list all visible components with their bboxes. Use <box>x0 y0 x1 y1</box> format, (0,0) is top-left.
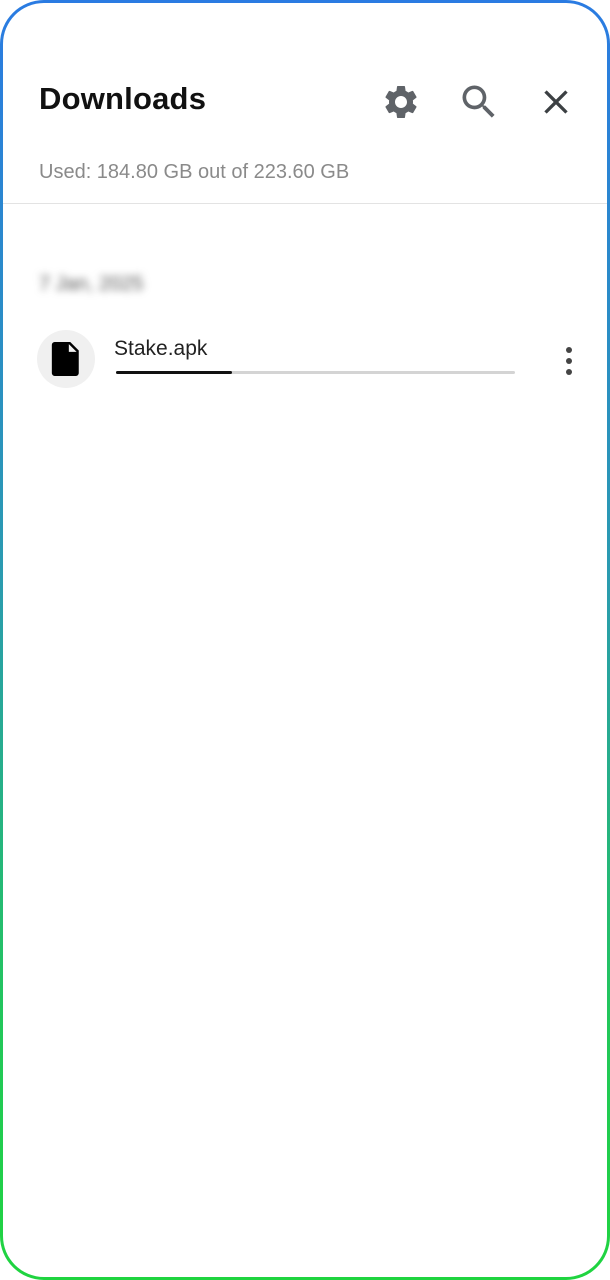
storage-usage-text: Used: 184.80 GB out of 223.60 GB <box>39 161 350 183</box>
settings-button[interactable] <box>378 79 424 125</box>
device-frame: Downloads Used: 184.80 GB out of 223.60 … <box>0 0 610 1280</box>
section-date-header: 7 Jan, 2025 <box>39 273 144 295</box>
download-item[interactable]: Stake.apk <box>3 325 607 395</box>
close-button[interactable] <box>533 79 579 125</box>
download-progress-fill <box>116 371 232 374</box>
downloads-header: Downloads Used: 184.80 GB out of 223.60 … <box>3 3 607 203</box>
header-divider <box>3 203 607 204</box>
file-avatar <box>37 330 95 388</box>
more-vertical-icon <box>566 347 572 375</box>
download-progress-bar <box>116 371 515 374</box>
page-title: Downloads <box>39 81 207 116</box>
downloads-screen: Downloads Used: 184.80 GB out of 223.60 … <box>3 3 607 1277</box>
download-file-name: Stake.apk <box>114 337 208 360</box>
close-icon <box>544 90 568 114</box>
search-button[interactable] <box>456 79 502 125</box>
search-icon <box>462 85 495 118</box>
gear-icon <box>385 86 417 118</box>
more-options-button[interactable] <box>551 339 587 383</box>
file-icon <box>51 342 79 376</box>
